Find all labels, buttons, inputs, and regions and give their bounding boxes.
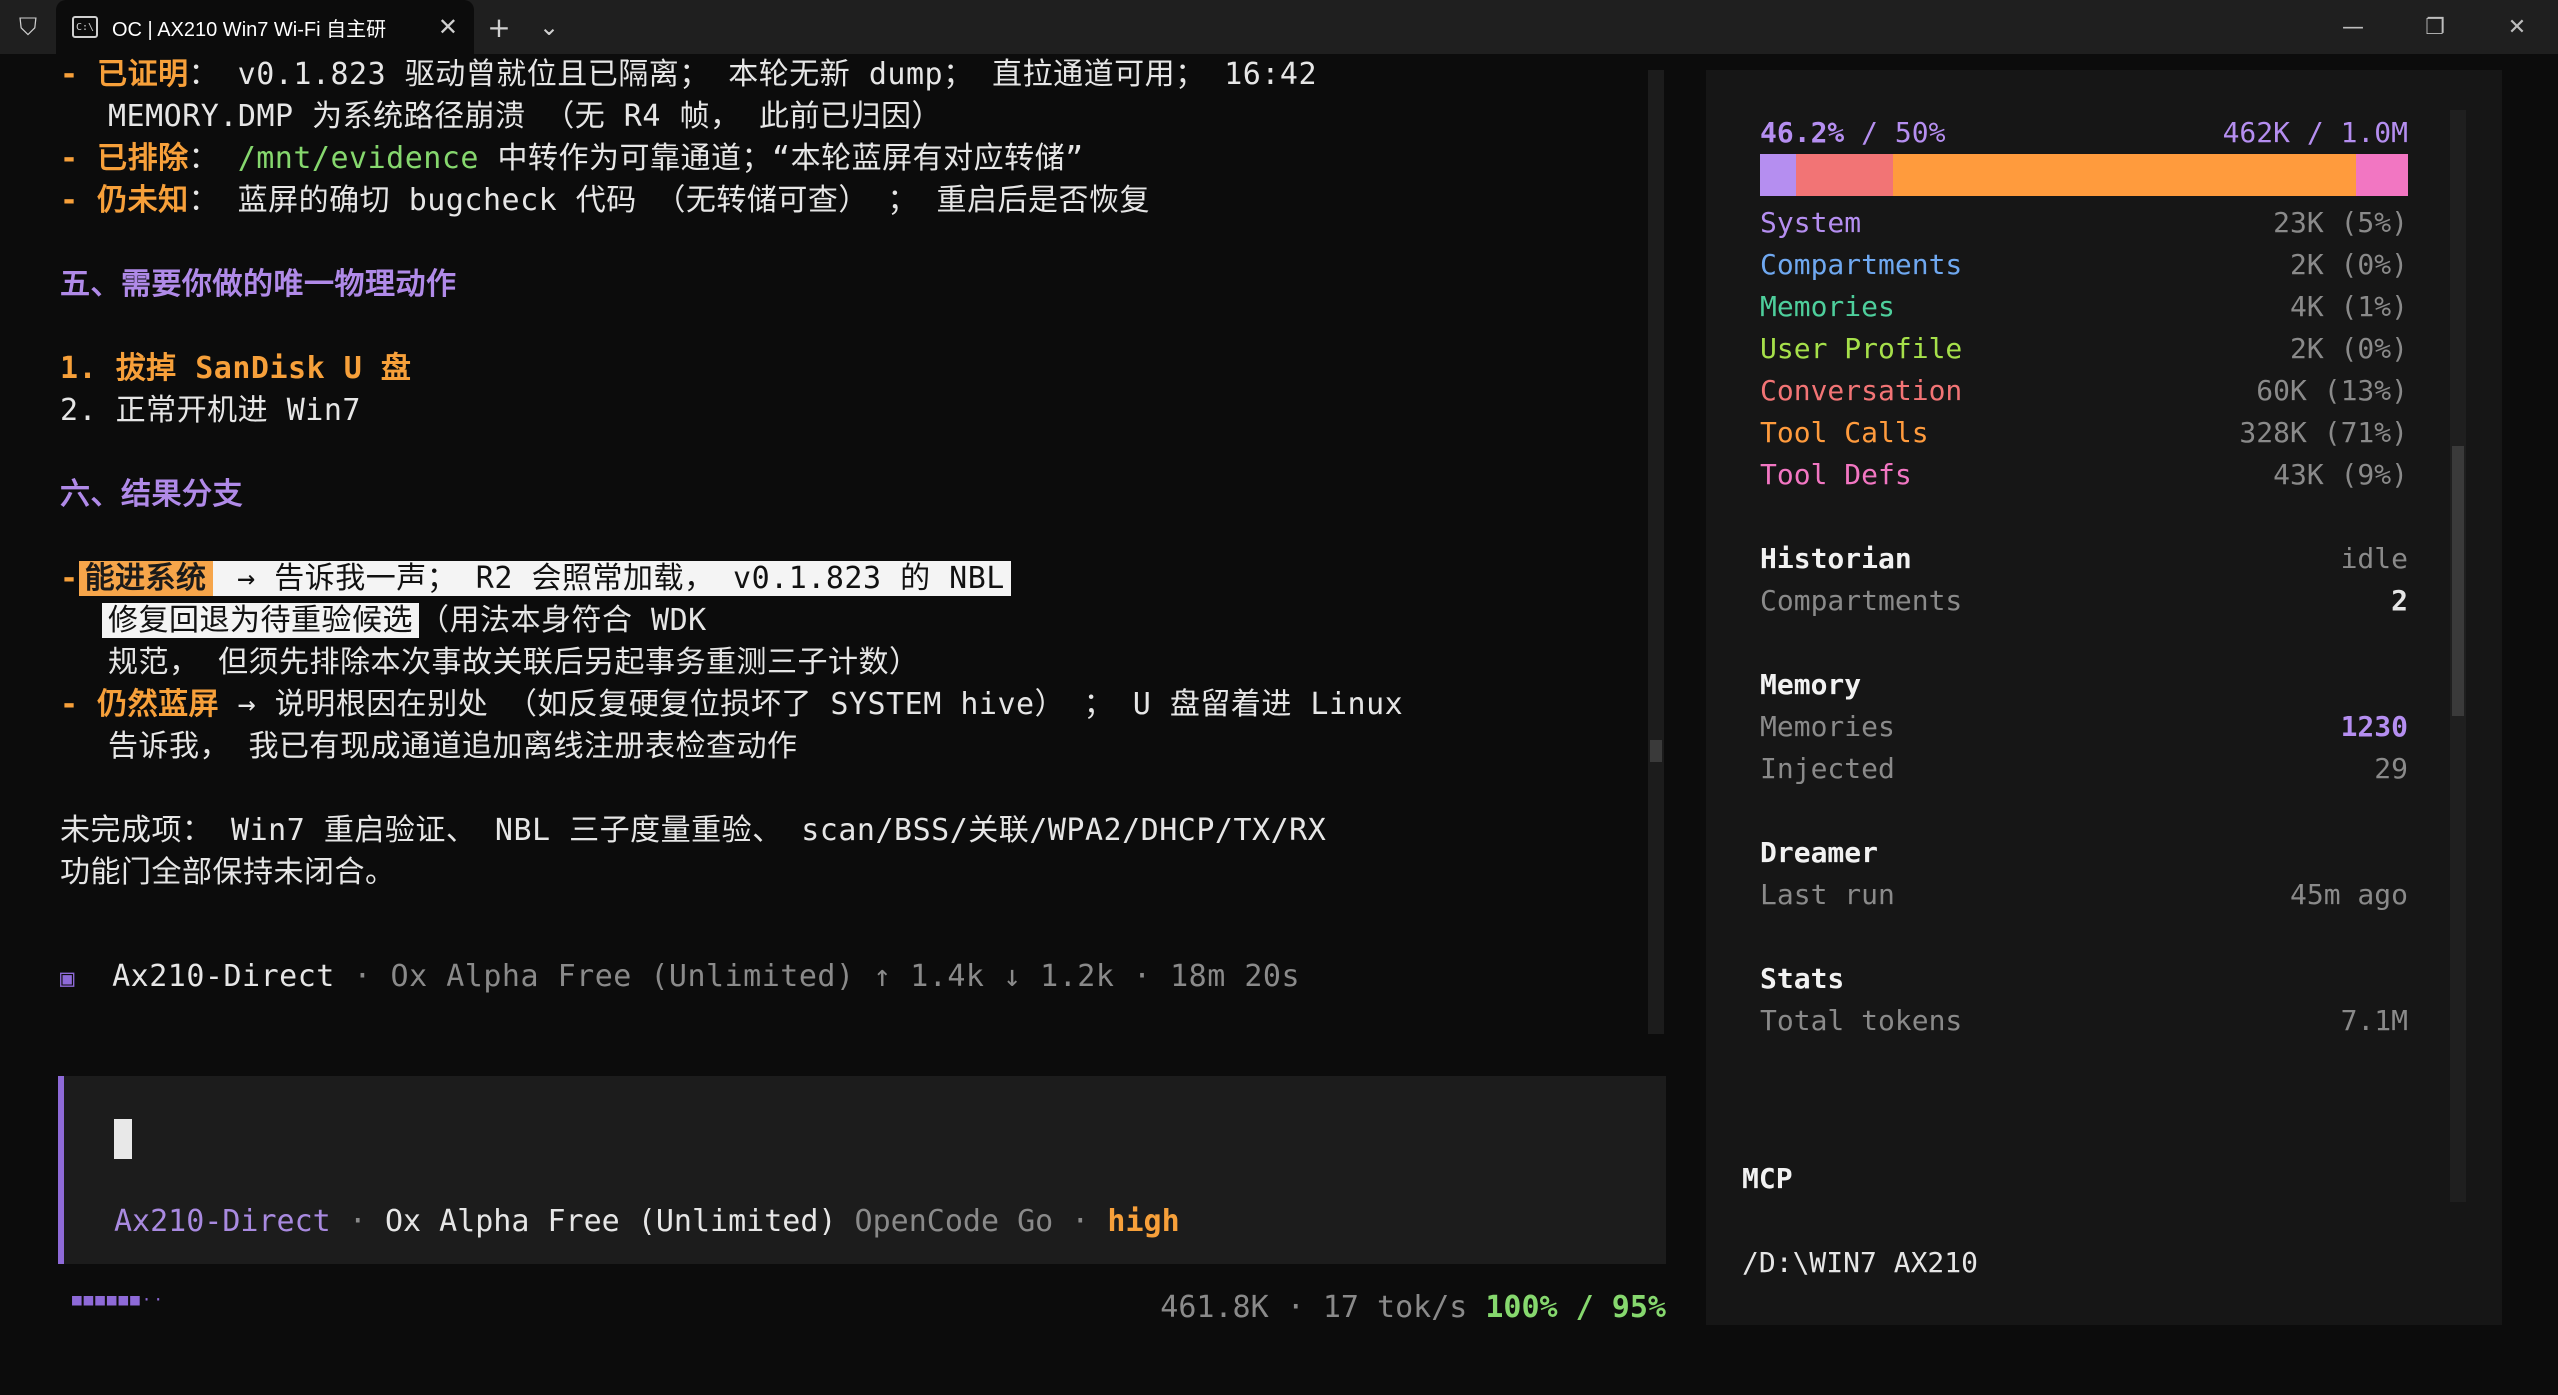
excluded-line: - 已排除： /mnt/evidence 中转作为可靠通道；“本轮蓝屏有对应转储… (60, 141, 1084, 176)
panel-scroll-thumb[interactable] (2452, 446, 2464, 716)
usage-bar-segment (1760, 154, 1796, 196)
mcp-heading: MCP (1742, 1162, 1793, 1195)
usage-row-value: 23K (5%) (2273, 206, 2408, 239)
tab-title: OC | AX210 Win7 Wi-Fi 自主研 (112, 18, 387, 41)
memory-count: Memories 1230 (1760, 710, 2408, 743)
usage-row-label: Memories (1760, 290, 1895, 323)
usage-row-value: 2K (0%) (2289, 332, 2408, 365)
title-bar: ⛉ C:\ OC | AX210 Win7 Wi-Fi 自主研 ✕ + ⌄ — … (0, 0, 2558, 54)
terminal-output: - 已证明： v0.1.823 驱动曾就位且已隔离； 本轮无新 dump； 直拉… (60, 54, 1660, 998)
stats-total-tokens: Total tokens 7.1M (1760, 1004, 2408, 1037)
maximize-button[interactable]: ❐ (2394, 0, 2476, 54)
provider-name: OpenCode Go (836, 1204, 1054, 1239)
historian-header: Historian idle (1760, 538, 2408, 580)
branch-1-label: 能进系统 (78, 561, 213, 596)
memory-header: Memory (1760, 668, 1862, 701)
session-footer: ▣ Ax210-Direct · Ox Alpha Free (Unlimite… (60, 956, 1660, 998)
usage-row-label: Tool Calls (1760, 416, 1929, 449)
usage-row: Tool Defs 43K (9%) (1760, 454, 2408, 496)
context-panel: 46.2% / 50% 462K / 1.0M System 23K (5%) Co… (1706, 70, 2502, 1325)
memory-injected: Injected 29 (1760, 752, 2408, 785)
text-cursor (114, 1119, 132, 1159)
section-heading-6: 六、结果分支 (60, 477, 243, 512)
proven-label: 已证明 (97, 57, 189, 92)
usage-row: Compartments 2K (0%) (1760, 244, 2408, 286)
usage-row-label: System (1760, 206, 1862, 239)
shield-icon[interactable]: ⛉ (0, 0, 56, 54)
effort-level[interactable]: high (1107, 1204, 1179, 1239)
unfinished-line-2: 功能门全部保持未闭合。 (60, 855, 396, 890)
prompt-input-box[interactable]: Ax210-Direct · Ox Alpha Free (Unlimited)… (58, 1076, 1666, 1264)
usage-row: Conversation 60K (13%) (1760, 370, 2408, 412)
usage-percent: 46.2% (1760, 116, 1845, 149)
tab-dropdown-icon[interactable]: ⌄ (524, 0, 574, 54)
usage-row-value: 60K (13%) (2256, 374, 2408, 407)
branch-2: - 仍然蓝屏 → 说明根因在别处 （如反复硬复位损坏了 SYSTEM hive）… (60, 687, 1404, 722)
context-usage: 46.2% / 50% 462K / 1.0M System 23K (5%) Co… (1760, 112, 2408, 1042)
window-controls: — ❐ ✕ (2312, 0, 2558, 54)
unfinished-line-1: 未完成项： Win7 重启验证、 NBL 三子度量重验、 scan/BSS/关联… (60, 813, 1327, 848)
terminal-scroll-thumb[interactable] (1650, 740, 1662, 762)
context-percent: 100% / 95% (1485, 1290, 1666, 1325)
terminal-scrollbar[interactable] (1648, 70, 1664, 1034)
step-1: 1. 拔掉 SanDisk U 盘 (60, 351, 412, 386)
minimize-button[interactable]: — (2312, 0, 2394, 54)
model-info-line: Ax210-Direct · Ox Alpha Free (Unlimited)… (114, 1204, 1180, 1239)
evidence-path: /mnt/evidence (237, 141, 479, 176)
dreamer-last-run: Last run 45m ago (1760, 878, 2408, 911)
usage-row-value: 43K (9%) (2273, 458, 2408, 491)
proven-line: - 已证明： v0.1.823 驱动曾就位且已隔离； 本轮无新 dump； 直拉… (60, 57, 1318, 92)
usage-row-value: 4K (1%) (2289, 290, 2408, 323)
usage-header: 46.2% / 50% 462K / 1.0M (1760, 112, 2408, 154)
excluded-label: 已排除 (97, 141, 189, 176)
section-heading-5: 五、需要你做的唯一物理动作 (60, 267, 457, 302)
usage-row-value: 2K (0%) (2289, 248, 2408, 281)
unknown-label: 仍未知 (97, 183, 189, 218)
session-agent: Ax210-Direct (112, 959, 335, 994)
usage-bar-segment (2356, 154, 2408, 196)
branch-1-line-2: 修复回退为待重验候选 （用法本身符合 WDK (60, 600, 1660, 642)
working-directory: /D:\WIN7 AX210 (1742, 1246, 1979, 1279)
step-2: 2. 正常开机进 Win7 (60, 393, 361, 428)
usage-row: Tool Calls 328K (71%) (1760, 412, 2408, 454)
token-stats: 461.8K · 17 tok/s 100% / 95% (1160, 1290, 1666, 1325)
branch-2-label: 仍然蓝屏 (97, 687, 220, 722)
usage-row: Memories 4K (1%) (1760, 286, 2408, 328)
tab-terminal[interactable]: C:\ OC | AX210 Win7 Wi-Fi 自主研 ✕ (56, 0, 474, 54)
session-meta: · Ox Alpha Free (Unlimited) ↑ 1.4k ↓ 1.2… (334, 959, 1301, 994)
usage-row-label: Compartments (1760, 248, 1963, 281)
new-tab-button[interactable]: + (474, 0, 524, 54)
usage-row-value: 328K (71%) (2239, 416, 2408, 449)
status-bar: ■■■■■■·· 461.8K · 17 tok/s 100% / 95% (70, 1290, 1666, 1326)
usage-breakdown: System 23K (5%) Compartments 2K (0%) Memorie… (1760, 202, 2408, 496)
usage-row: User Profile 2K (0%) (1760, 328, 2408, 370)
usage-row: System 23K (5%) (1760, 202, 2408, 244)
branch-1: - 能进系统 → 告诉我一声； R2 会照常加载， v0.1.823 的 NBL (60, 558, 1660, 600)
dreamer-header: Dreamer (1760, 836, 1879, 869)
usage-row-label: Conversation (1760, 374, 1963, 407)
progress-dots-icon: ■■■■■■·· (72, 1290, 166, 1309)
agent-name[interactable]: Ax210-Direct (114, 1204, 331, 1239)
tab-close-icon[interactable]: ✕ (438, 13, 458, 42)
usage-row-label: Tool Defs (1760, 458, 1912, 491)
session-icon: ▣ (60, 964, 75, 992)
terminal-icon: C:\ (72, 16, 98, 38)
usage-bar-segment (1795, 154, 1893, 196)
usage-bar (1760, 154, 2408, 196)
historian-compartments: Compartments 2 (1760, 584, 2408, 617)
branch-2-line-2: 告诉我， 我已有现成通道追加离线注册表检查动作 (108, 729, 798, 764)
model-name[interactable]: Ox Alpha Free (Unlimited) (385, 1204, 837, 1239)
branch-1-line-3: 规范， 但须先排除本次事故关联后另起事务重测三子计数） (108, 645, 920, 680)
unknown-line: - 仍未知： 蓝屏的确切 bugcheck 代码 （无转储可查） ； 重启后是否… (60, 183, 1150, 218)
historian-status: idle (2340, 542, 2408, 575)
stats-header: Stats (1760, 962, 1845, 995)
usage-row-label: User Profile (1760, 332, 1963, 365)
close-window-button[interactable]: ✕ (2476, 0, 2558, 54)
usage-tokens: 462K / 1.0M (2222, 116, 2408, 149)
proven-line-2: MEMORY.DMP 为系统路径崩溃 （无 R4 帧， 此前已归因） (108, 99, 943, 134)
usage-bar-segment (1892, 154, 2357, 196)
